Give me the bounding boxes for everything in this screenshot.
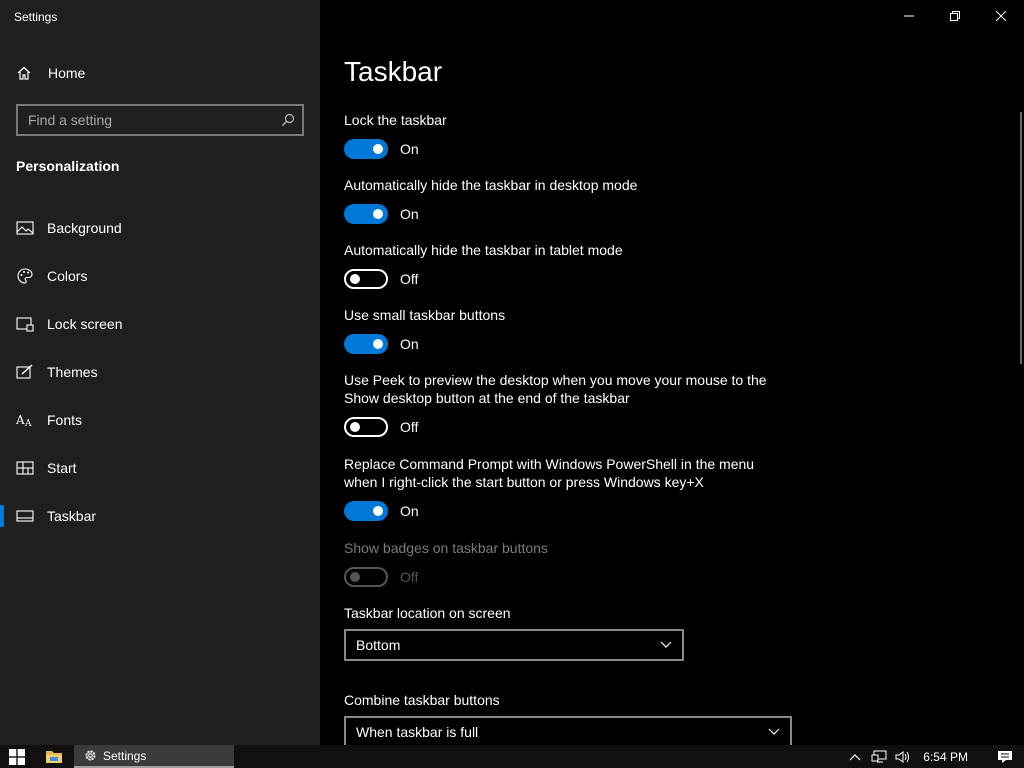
search-input[interactable] bbox=[18, 106, 274, 134]
image-icon bbox=[16, 219, 34, 237]
setting-powershell: Replace Command Prompt with Windows Powe… bbox=[344, 455, 824, 521]
setting-label: Show badges on taskbar buttons bbox=[344, 540, 548, 556]
dropdown-value: Bottom bbox=[356, 637, 401, 653]
folder-icon bbox=[46, 751, 62, 763]
file-explorer-button[interactable] bbox=[34, 745, 74, 768]
setting-label-line1: Replace Command Prompt with Windows Powe… bbox=[344, 456, 755, 472]
volume-button[interactable] bbox=[891, 745, 915, 768]
app-title: Settings bbox=[14, 10, 58, 24]
system-tray: 6:54 PM bbox=[843, 745, 1024, 768]
sidebar-item-taskbar[interactable]: Taskbar bbox=[0, 492, 320, 540]
setting-label: Automatically hide the taskbar in deskto… bbox=[344, 177, 638, 193]
setting-label: Use small taskbar buttons bbox=[344, 307, 506, 323]
taskbar-app-label: Settings bbox=[103, 748, 147, 763]
toggle-state: On bbox=[400, 206, 419, 222]
setting-lock-taskbar: Lock the taskbar On bbox=[344, 111, 824, 159]
sidebar-item-themes[interactable]: Themes bbox=[0, 348, 320, 396]
action-center-button[interactable] bbox=[986, 745, 1024, 768]
setting-label-line1: Use Peek to preview the desktop when you… bbox=[344, 372, 767, 388]
sidebar-item-fonts[interactable]: AA Fonts bbox=[0, 396, 320, 444]
combine-dropdown[interactable]: When taskbar is full bbox=[344, 716, 792, 745]
home-label: Home bbox=[48, 65, 86, 81]
setting-combine: Combine taskbar buttons bbox=[344, 691, 824, 709]
start-icon bbox=[16, 459, 34, 477]
setting-label-line2: Show desktop button at the end of the ta… bbox=[344, 390, 630, 406]
dropdown-value: When taskbar is full bbox=[356, 723, 479, 740]
windows-logo-icon bbox=[9, 748, 25, 765]
sidebar-item-colors[interactable]: Colors bbox=[0, 252, 320, 300]
home-icon bbox=[17, 66, 31, 80]
toggle-state: Off bbox=[400, 419, 419, 435]
chevron-down-icon bbox=[660, 641, 672, 648]
sidebar-item-background[interactable]: Background bbox=[0, 204, 320, 252]
badges-toggle bbox=[344, 567, 388, 587]
chevron-up-icon bbox=[849, 753, 861, 760]
search-icon[interactable] bbox=[274, 113, 302, 127]
sidebar-nav: Background Colors Lock screen Themes AA … bbox=[0, 204, 320, 540]
start-button[interactable] bbox=[0, 745, 34, 768]
sidebar-item-label: Start bbox=[47, 460, 77, 476]
sidebar-item-label: Colors bbox=[47, 268, 88, 284]
scrollbar[interactable] bbox=[1020, 112, 1022, 364]
svg-text:A: A bbox=[24, 419, 32, 428]
sidebar-item-label: Fonts bbox=[47, 412, 83, 428]
location-dropdown[interactable]: Bottom bbox=[344, 629, 684, 661]
toggle-state: On bbox=[400, 503, 419, 519]
palette-icon bbox=[16, 267, 34, 285]
setting-label-line2: when I right-click the start button or p… bbox=[344, 474, 704, 490]
small-buttons-toggle[interactable] bbox=[344, 334, 388, 354]
taskbar-settings-app[interactable]: Settings bbox=[74, 745, 234, 768]
main-content: Taskbar Lock the taskbar On Automaticall… bbox=[344, 0, 1004, 745]
setting-autohide-tablet: Automatically hide the taskbar in tablet… bbox=[344, 241, 824, 289]
fonts-icon: AA bbox=[16, 411, 34, 429]
search-box[interactable] bbox=[16, 104, 304, 136]
page-title: Taskbar bbox=[344, 56, 443, 87]
setting-peek: Use Peek to preview the desktop when you… bbox=[344, 371, 824, 437]
section-title: Personalization bbox=[16, 158, 120, 174]
network-icon bbox=[871, 750, 887, 762]
sidebar: Settings Home Personalization Background… bbox=[0, 0, 320, 745]
toggle-state: On bbox=[400, 141, 419, 157]
setting-label: Combine taskbar buttons bbox=[344, 692, 500, 708]
setting-label: Lock the taskbar bbox=[344, 112, 447, 128]
svg-text:A: A bbox=[16, 413, 25, 427]
setting-label: Taskbar location on screen bbox=[344, 605, 511, 621]
lock-taskbar-toggle[interactable] bbox=[344, 139, 388, 159]
notification-icon bbox=[998, 750, 1012, 763]
sidebar-item-lock-screen[interactable]: Lock screen bbox=[0, 300, 320, 348]
taskbar-icon bbox=[16, 507, 34, 525]
setting-autohide-desktop: Automatically hide the taskbar in deskto… bbox=[344, 176, 824, 224]
sidebar-item-label: Taskbar bbox=[47, 508, 97, 524]
setting-label: Automatically hide the taskbar in tablet… bbox=[344, 242, 623, 258]
show-hidden-icons-button[interactable] bbox=[843, 745, 867, 768]
home-button[interactable]: Home bbox=[16, 62, 85, 84]
gear-icon bbox=[85, 750, 96, 761]
sidebar-item-start[interactable]: Start bbox=[0, 444, 320, 492]
autohide-tablet-toggle[interactable] bbox=[344, 269, 388, 289]
taskbar: Settings 6:54 PM bbox=[0, 745, 1024, 768]
speaker-icon bbox=[895, 750, 910, 763]
setting-small-buttons: Use small taskbar buttons On bbox=[344, 306, 824, 354]
setting-location: Taskbar location on screen bbox=[344, 604, 824, 622]
autohide-desktop-toggle[interactable] bbox=[344, 204, 388, 224]
setting-badges: Show badges on taskbar buttons Off bbox=[344, 539, 824, 587]
themes-icon bbox=[16, 363, 34, 381]
sidebar-item-label: Lock screen bbox=[47, 316, 123, 332]
toggle-state: Off bbox=[400, 271, 419, 287]
sidebar-item-label: Themes bbox=[47, 364, 98, 380]
network-button[interactable] bbox=[867, 745, 891, 768]
peek-toggle[interactable] bbox=[344, 417, 388, 437]
toggle-state: Off bbox=[400, 569, 419, 585]
chevron-down-icon bbox=[768, 728, 780, 735]
powershell-toggle[interactable] bbox=[344, 501, 388, 521]
lock-screen-icon bbox=[16, 315, 34, 333]
clock[interactable]: 6:54 PM bbox=[915, 750, 986, 764]
sidebar-item-label: Background bbox=[47, 220, 122, 236]
toggle-state: On bbox=[400, 336, 419, 352]
